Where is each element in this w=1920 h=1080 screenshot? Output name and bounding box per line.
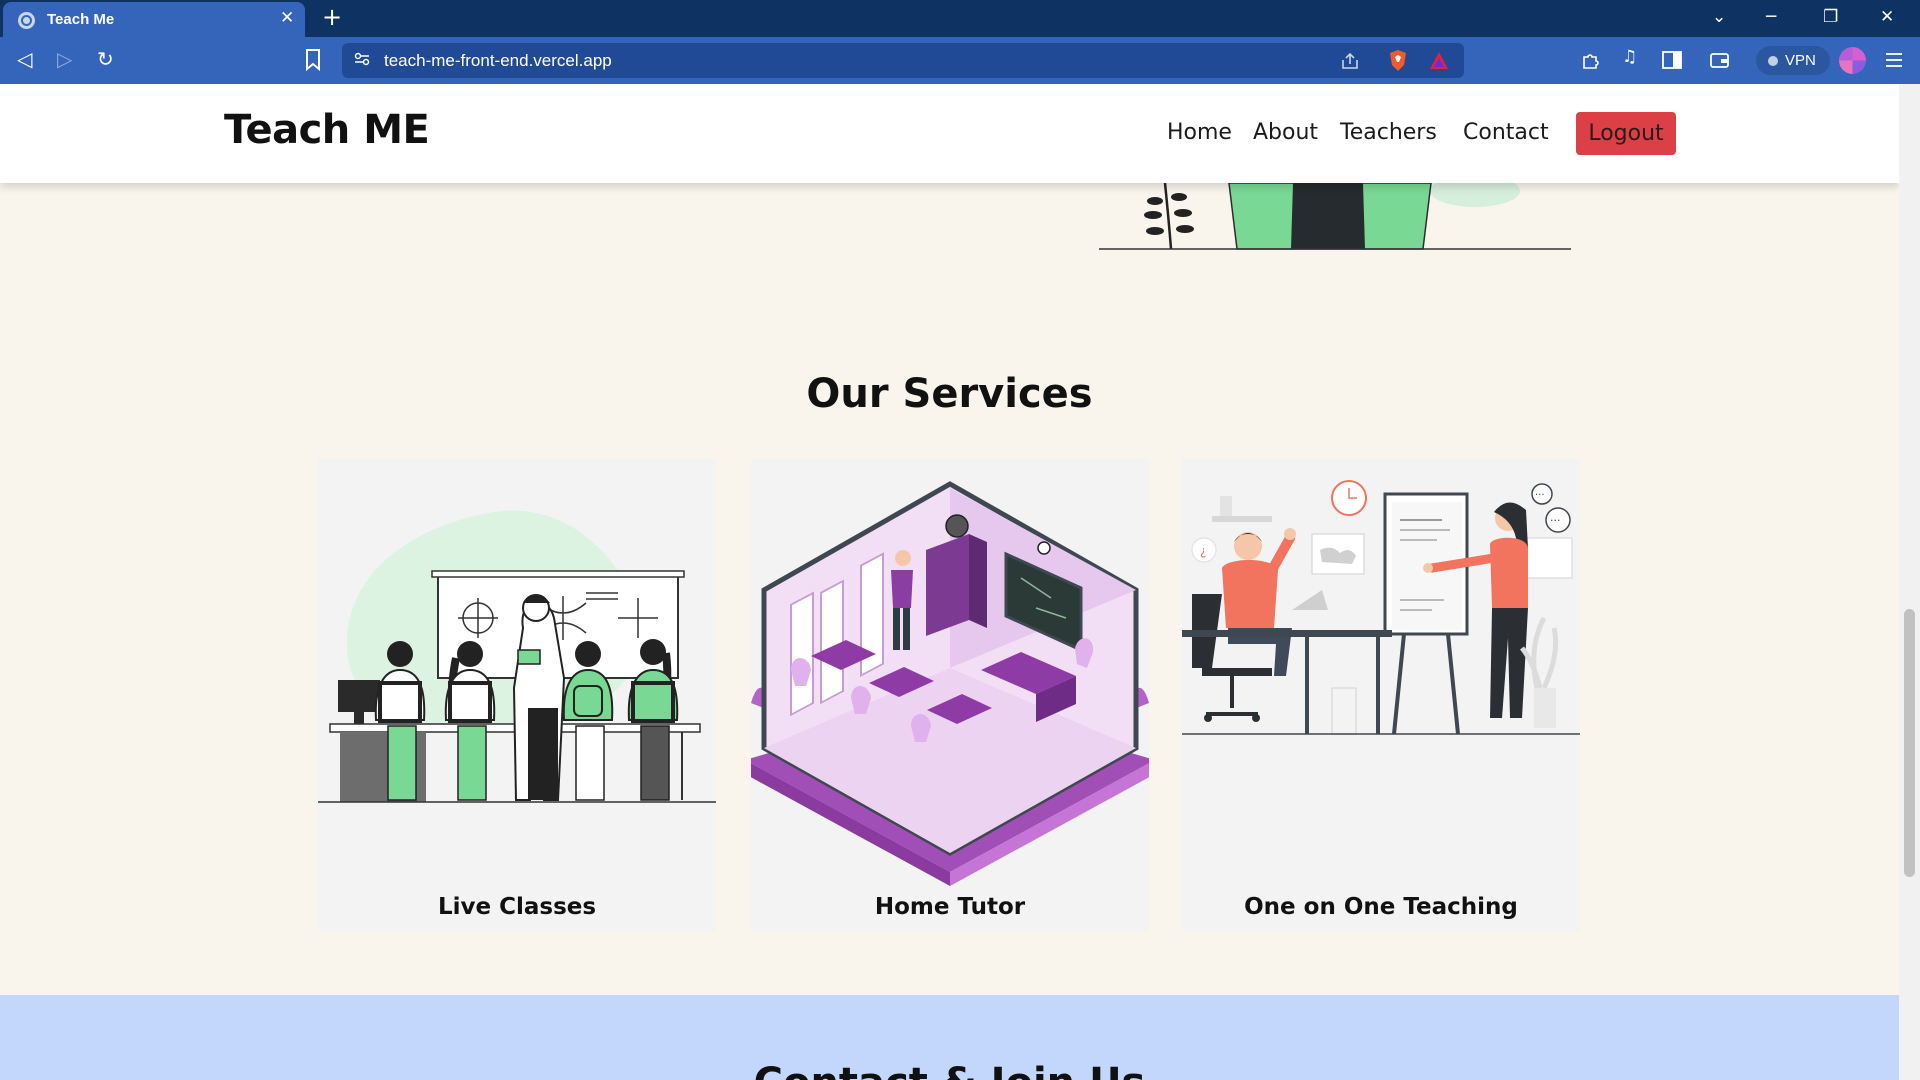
svg-text:¿: ¿ xyxy=(1200,544,1206,558)
page-scrollbar[interactable] xyxy=(1899,84,1920,1080)
globe-icon xyxy=(18,12,35,29)
svg-text:···: ··· xyxy=(1535,490,1545,501)
service-card-live-classes[interactable]: Live Classes xyxy=(318,458,716,932)
url-text[interactable]: teach-me-front-end.vercel.app xyxy=(384,51,612,71)
close-icon[interactable]: ✕ xyxy=(280,8,294,28)
contact-title: Contact & Join Us xyxy=(0,1060,1899,1080)
nav-about[interactable]: About xyxy=(1253,120,1318,145)
site-header: Teach ME Home About Teachers Contact Log… xyxy=(0,84,1899,183)
music-icon[interactable]: ♫ xyxy=(1622,47,1637,67)
brave-shield-icon[interactable] xyxy=(1388,49,1408,72)
browser-tabstrip: Teach Me ✕ + ⌄ ─ ❐ ✕ xyxy=(0,0,1920,37)
site-settings-icon[interactable] xyxy=(354,51,370,67)
service-card-one-on-one[interactable]: ¿ ··· ··· One on One Teaching xyxy=(1182,458,1580,932)
forward-button[interactable]: ▷ xyxy=(57,47,72,71)
card-label: Live Classes xyxy=(437,894,597,920)
back-button[interactable]: ◁ xyxy=(17,47,32,71)
page-viewport: Teach ME Home About Teachers Contact Log… xyxy=(0,84,1899,1080)
isometric-room-illustration xyxy=(751,481,1149,886)
browser-toolbar: ◁ ▷ ↻ teach-me-front-end.vercel.app ♫ VP… xyxy=(0,37,1920,84)
contact-section: Contact & Join Us xyxy=(0,995,1899,1080)
restore-button[interactable]: ❐ xyxy=(1823,7,1838,27)
logout-button[interactable]: Logout xyxy=(1576,112,1676,155)
nav-home[interactable]: Home xyxy=(1167,120,1232,145)
services-title: Our Services xyxy=(806,371,1093,417)
share-icon[interactable] xyxy=(1340,51,1360,71)
bookmark-icon[interactable] xyxy=(305,49,321,71)
whiteboard-lesson-illustration: ¿ ··· ··· xyxy=(1182,480,1580,735)
browser-tab[interactable]: Teach Me ✕ xyxy=(3,2,305,37)
hero-illustration xyxy=(1099,183,1571,250)
vpn-button[interactable]: VPN xyxy=(1756,46,1830,75)
site-logo[interactable]: Teach ME xyxy=(224,107,430,153)
wallet-icon[interactable] xyxy=(1710,51,1730,69)
minimize-button[interactable]: ─ xyxy=(1766,7,1776,27)
classroom-illustration xyxy=(318,510,716,803)
card-label: One on One Teaching xyxy=(1244,894,1518,920)
tab-list-icon[interactable]: ⌄ xyxy=(1712,7,1726,27)
rewards-icon[interactable] xyxy=(1429,51,1449,70)
close-window-button[interactable]: ✕ xyxy=(1880,7,1894,27)
tab-title: Teach Me xyxy=(47,11,115,28)
card-label: Home Tutor xyxy=(874,894,1026,920)
vpn-label: VPN xyxy=(1785,52,1816,69)
reload-button[interactable]: ↻ xyxy=(97,47,114,71)
service-card-home-tutor[interactable]: Home Tutor xyxy=(751,458,1149,932)
address-bar[interactable]: teach-me-front-end.vercel.app xyxy=(342,43,1464,78)
scrollbar-thumb[interactable] xyxy=(1904,609,1915,877)
profile-avatar[interactable] xyxy=(1839,47,1866,74)
extensions-icon[interactable] xyxy=(1581,51,1600,70)
nav-contact[interactable]: Contact xyxy=(1463,120,1549,145)
sidebar-icon[interactable] xyxy=(1662,51,1682,69)
new-tab-button[interactable]: + xyxy=(322,3,342,31)
svg-text:···: ··· xyxy=(1550,514,1561,527)
menu-icon[interactable] xyxy=(1885,52,1903,68)
nav-teachers[interactable]: Teachers xyxy=(1340,120,1437,145)
vpn-status-icon xyxy=(1768,56,1778,66)
